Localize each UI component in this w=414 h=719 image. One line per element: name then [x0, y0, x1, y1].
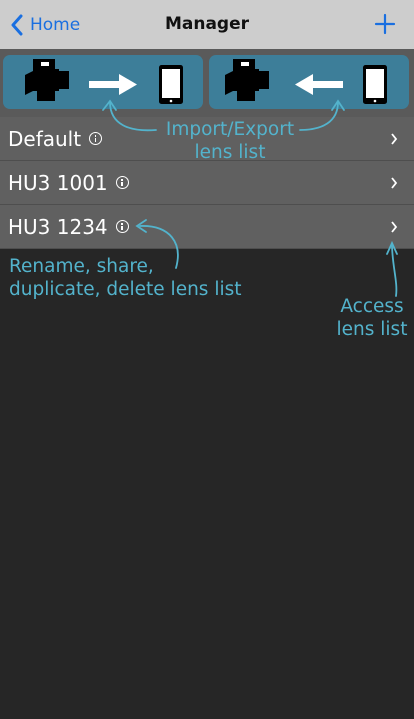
info-icon[interactable] [115, 176, 129, 189]
annotation-access: Access lens list [336, 296, 408, 340]
arrow-to-chevron [391, 243, 398, 297]
chevron-right-icon[interactable] [390, 221, 398, 233]
transfer-panel-bar [0, 49, 414, 117]
import-lens-list-button[interactable] [3, 55, 203, 109]
export-lens-list-button[interactable] [209, 55, 409, 109]
lens-list-row-hu3-1001[interactable]: HU3 1001 [0, 161, 414, 205]
annotation-rename: Rename, share, duplicate, delete lens li… [9, 256, 242, 300]
lens-list-name: HU3 1001 [8, 171, 129, 195]
page-title: Manager [164, 14, 250, 34]
info-icon[interactable] [115, 220, 129, 233]
navigation-bar: Home Manager [0, 0, 414, 49]
chevron-right-icon[interactable] [390, 133, 398, 145]
lens-list-name: HU3 1234 [8, 215, 129, 239]
lens-list-name: Default [8, 127, 103, 151]
lens-list-row-hu3-1234[interactable]: HU3 1234 [0, 205, 414, 249]
info-icon[interactable] [89, 132, 103, 145]
chevron-right-icon[interactable] [390, 177, 398, 189]
phone-to-camera-icon [225, 59, 387, 104]
annotation-import-export: Import/Export lens list [165, 119, 295, 163]
camera-to-phone-icon [25, 59, 183, 104]
plus-icon[interactable] [374, 13, 396, 35]
